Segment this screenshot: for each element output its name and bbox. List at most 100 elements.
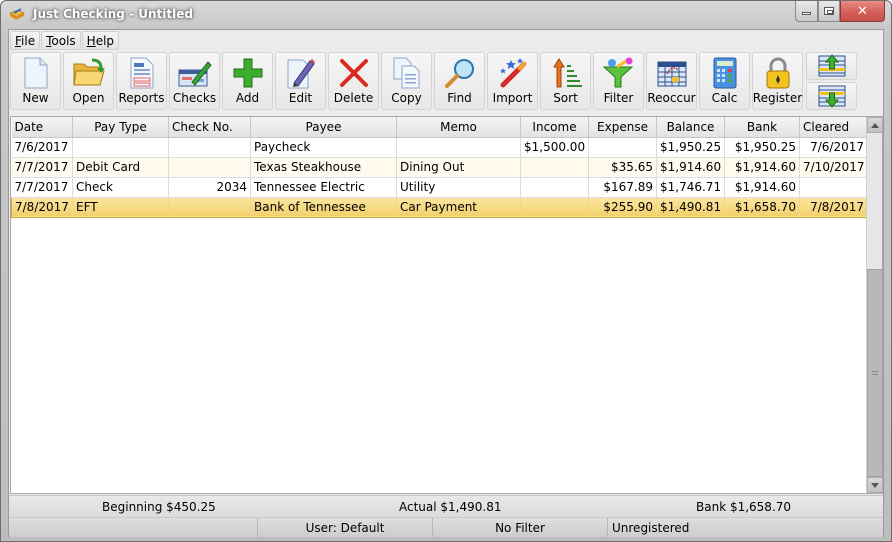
cell-memo[interactable]: Dining Out [396, 157, 521, 178]
col-header-check-no[interactable]: Check No. [168, 117, 251, 138]
cell-income[interactable]: $1,500.00 [520, 137, 589, 158]
cell-payee[interactable]: Bank of Tennessee [250, 196, 397, 218]
find-button[interactable]: Find [434, 52, 485, 110]
cell-balance[interactable]: $1,490.81 [656, 196, 725, 218]
scroll-down-button[interactable] [867, 477, 883, 493]
move-row-buttons [806, 52, 857, 112]
table-row-selected[interactable]: 7/8/2017 EFT Bank of Tennessee Car Payme… [11, 196, 868, 218]
cell-expense[interactable]: $255.90 [588, 196, 657, 218]
menu-help[interactable]: Help [81, 31, 120, 50]
cell-bank[interactable]: $1,950.25 [724, 137, 800, 158]
cell-income[interactable] [520, 157, 589, 178]
menu-file[interactable]: File [10, 31, 41, 50]
col-header-balance[interactable]: Balance [656, 117, 725, 138]
cell-expense[interactable]: $167.89 [588, 177, 657, 198]
cell-bank[interactable]: $1,914.60 [724, 157, 800, 178]
status-registration: Unregistered [612, 521, 690, 535]
table-row[interactable]: 7/7/2017 Check 2034 Tennessee Electric U… [11, 177, 868, 198]
delete-button[interactable]: Delete [328, 52, 379, 110]
minimize-button[interactable] [795, 1, 818, 22]
cell-payee[interactable]: Tennessee Electric [250, 177, 397, 198]
window-title: Just Checking - Untitled [33, 7, 193, 21]
cell-check-no[interactable] [168, 196, 251, 218]
cell-date[interactable]: 7/7/2017 [11, 177, 73, 198]
cell-pay-type[interactable]: EFT [72, 196, 169, 218]
copy-button[interactable]: Copy [381, 52, 432, 110]
move-up-button[interactable] [806, 52, 857, 80]
maximize-button[interactable] [818, 1, 840, 22]
cell-balance[interactable]: $1,914.60 [656, 157, 725, 178]
open-button[interactable]: Open [63, 52, 114, 110]
cell-bank[interactable]: $1,914.60 [724, 177, 800, 198]
cell-date[interactable]: 7/7/2017 [11, 157, 73, 178]
delete-label: Delete [333, 91, 374, 105]
toolbar: New Open Reports Checks Add Edit Delete … [10, 52, 857, 112]
edit-button[interactable]: Edit [275, 52, 326, 110]
col-header-pay-type[interactable]: Pay Type [72, 117, 169, 138]
cell-date[interactable]: 7/6/2017 [11, 137, 73, 158]
import-button[interactable]: Import [487, 52, 538, 110]
calc-button[interactable]: Calc [699, 52, 750, 110]
col-header-income[interactable]: Income [520, 117, 589, 138]
checks-label: Checks [172, 91, 217, 105]
col-header-payee[interactable]: Payee [250, 117, 397, 138]
cell-memo[interactable]: Car Payment [396, 196, 521, 218]
reports-icon [130, 57, 153, 89]
checks-button[interactable]: Checks [169, 52, 220, 110]
cell-check-no[interactable] [168, 137, 251, 158]
col-header-memo[interactable]: Memo [396, 117, 521, 138]
cell-cleared[interactable]: 7/10/2017 [799, 157, 868, 178]
table-row[interactable]: 7/7/2017 Debit Card Texas Steakhouse Din… [11, 157, 868, 178]
new-button[interactable]: New [10, 52, 61, 110]
cell-payee[interactable]: Paycheck [250, 137, 397, 158]
cell-cleared[interactable]: 7/6/2017 [799, 137, 868, 158]
close-button[interactable]: ✕ [840, 1, 885, 22]
cell-date[interactable]: 7/8/2017 [11, 196, 73, 218]
cell-check-no[interactable] [168, 157, 251, 178]
checks-icon [178, 61, 212, 87]
col-header-date[interactable]: Date [11, 117, 73, 138]
cell-expense[interactable]: $35.65 [588, 157, 657, 178]
cell-pay-type[interactable]: Debit Card [72, 157, 169, 178]
reoccur-button[interactable]: Reoccur [646, 52, 697, 110]
cell-memo[interactable]: Utility [396, 177, 521, 198]
add-button[interactable]: Add [222, 52, 273, 110]
cell-memo[interactable] [396, 137, 521, 158]
scroll-thumb[interactable] [867, 269, 883, 477]
title-bar[interactable]: Just Checking - Untitled ✕ [1, 1, 891, 29]
cell-income[interactable] [520, 196, 589, 218]
vertical-scrollbar[interactable] [866, 117, 883, 493]
scroll-up-button[interactable] [867, 117, 883, 133]
move-down-button[interactable] [806, 82, 857, 110]
cell-cleared[interactable] [799, 177, 868, 198]
cell-income[interactable] [520, 177, 589, 198]
cell-bank[interactable]: $1,658.70 [724, 196, 800, 218]
cell-pay-type[interactable] [72, 137, 169, 158]
sort-arrow-icon [552, 58, 582, 88]
cell-cleared[interactable]: 7/8/2017 [799, 196, 868, 218]
cell-balance[interactable]: $1,950.25 [656, 137, 725, 158]
import-label: Import [492, 91, 533, 105]
cell-pay-type[interactable]: Check [72, 177, 169, 198]
col-header-cleared[interactable]: Cleared [799, 117, 868, 138]
col-header-bank[interactable]: Bank [724, 117, 800, 138]
client-area: File Tools Help New Open Reports Checks … [8, 29, 884, 537]
cell-payee[interactable]: Texas Steakhouse [250, 157, 397, 178]
cell-expense[interactable] [588, 137, 657, 158]
scroll-up-arrow-icon [871, 122, 879, 128]
table-row[interactable]: 7/6/2017 Paycheck $1,500.00 $1,950.25 $1… [11, 137, 868, 158]
delete-x-icon [339, 59, 368, 87]
reports-button[interactable]: Reports [116, 52, 167, 110]
cell-balance[interactable]: $1,746.71 [656, 177, 725, 198]
status-filter: No Filter [433, 518, 608, 537]
cell-check-no[interactable]: 2034 [168, 177, 251, 198]
magic-wand-icon [499, 58, 526, 88]
actual-balance: Actual $1,490.81 [399, 500, 502, 514]
register-button[interactable]: Register [752, 52, 803, 110]
status-pane-empty [9, 518, 258, 537]
col-header-expense[interactable]: Expense [588, 117, 657, 138]
sort-button[interactable]: Sort [540, 52, 591, 110]
menu-tools[interactable]: Tools [41, 31, 81, 50]
filter-button[interactable]: Filter [593, 52, 644, 110]
status-bar: User: Default No Filter Unregistered [9, 517, 883, 537]
